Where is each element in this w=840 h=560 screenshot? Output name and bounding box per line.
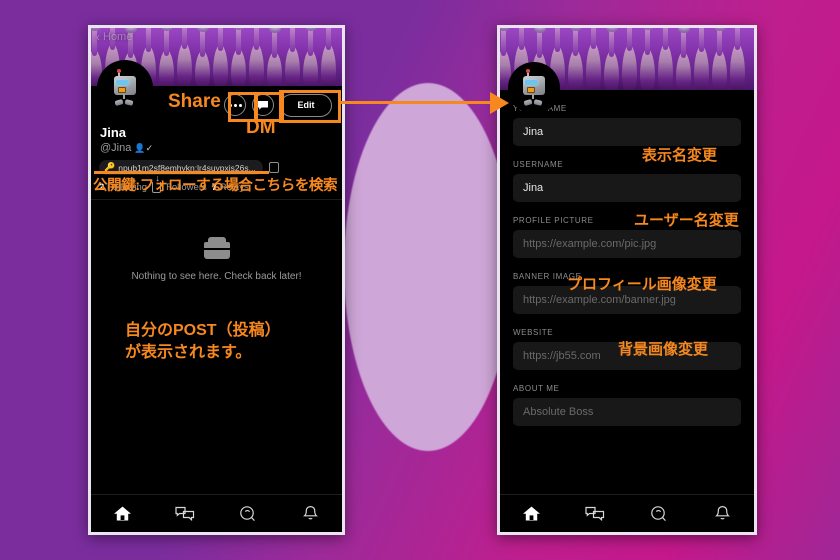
annotation-arrow-shaft: [340, 101, 498, 104]
field-about-me: ABOUT ME Absolute Boss: [513, 384, 741, 426]
field-label: ABOUT ME: [513, 384, 560, 393]
bottom-nav-right: [500, 494, 754, 532]
home-icon: [523, 506, 541, 520]
nav-notifications-left[interactable]: [293, 500, 329, 528]
chevron-left-icon: ‹: [96, 30, 100, 44]
robot-avatar-icon: [110, 69, 140, 105]
home-icon: [113, 506, 131, 520]
verified-user-icon: 👤✓: [134, 142, 154, 153]
annotation-share: Share: [168, 91, 221, 112]
nav-search-right[interactable]: [641, 500, 677, 528]
nav-messages-left[interactable]: [167, 500, 203, 528]
empty-feed-text: Nothing to see here. Check back later!: [131, 271, 302, 282]
search-globe-icon: [240, 506, 256, 522]
annotation-profile-picture-change: プロフィール画像変更: [567, 276, 717, 293]
background-blob: [344, 83, 512, 451]
screenshot-root: ‹ Home Edit Jina @Jina 👤✓ 🔑 npub1m2sf8em…: [0, 0, 840, 560]
field-username: USERNAME Jina: [513, 160, 741, 202]
nav-messages-right[interactable]: [577, 500, 613, 528]
chat-bubbles-icon: [175, 506, 195, 521]
chat-bubbles-icon: [585, 506, 605, 521]
back-to-home-button[interactable]: ‹ Home: [96, 31, 132, 43]
bell-icon: [303, 505, 319, 520]
copy-icon[interactable]: [266, 160, 279, 173]
bell-icon: [714, 505, 730, 520]
field-label: WEBSITE: [513, 328, 554, 337]
annotation-arrow-head: [490, 92, 509, 114]
profile-identity: Jina @Jina 👤✓: [99, 124, 334, 157]
nav-search-left[interactable]: [230, 500, 266, 528]
handle: @Jina: [100, 142, 132, 154]
back-label: Home: [103, 31, 133, 43]
about-me-input[interactable]: Absolute Boss: [513, 398, 741, 426]
avatar[interactable]: [508, 62, 560, 114]
nav-home-left[interactable]: [104, 500, 140, 528]
robot-avatar-icon: [519, 69, 549, 105]
highlight-box-edit: [279, 90, 341, 123]
annotation-display-name-change: 表示名変更: [642, 147, 718, 164]
bottom-nav-left: [91, 494, 342, 532]
avatar[interactable]: [97, 60, 153, 116]
your-name-input[interactable]: Jina: [513, 118, 741, 146]
annotation-username-change: ユーザー名変更: [634, 212, 739, 229]
annotation-post: 自分のPOST（投稿） が表示されます。: [125, 322, 281, 361]
annotation-banner-image-change: 背景画像変更: [618, 341, 709, 358]
annotation-public-key: 公開鍵:フォローする場合こちらを検索: [93, 178, 338, 194]
display-name: Jina: [100, 125, 127, 140]
inbox-tray-icon: [203, 237, 230, 259]
nav-notifications-right[interactable]: [704, 500, 740, 528]
username-input[interactable]: Jina: [513, 174, 741, 202]
profile-picture-input[interactable]: https://example.com/pic.jpg: [513, 230, 741, 258]
annotation-dm: DM: [246, 117, 276, 138]
nav-home-right[interactable]: [514, 500, 550, 528]
search-globe-icon: [651, 506, 667, 522]
